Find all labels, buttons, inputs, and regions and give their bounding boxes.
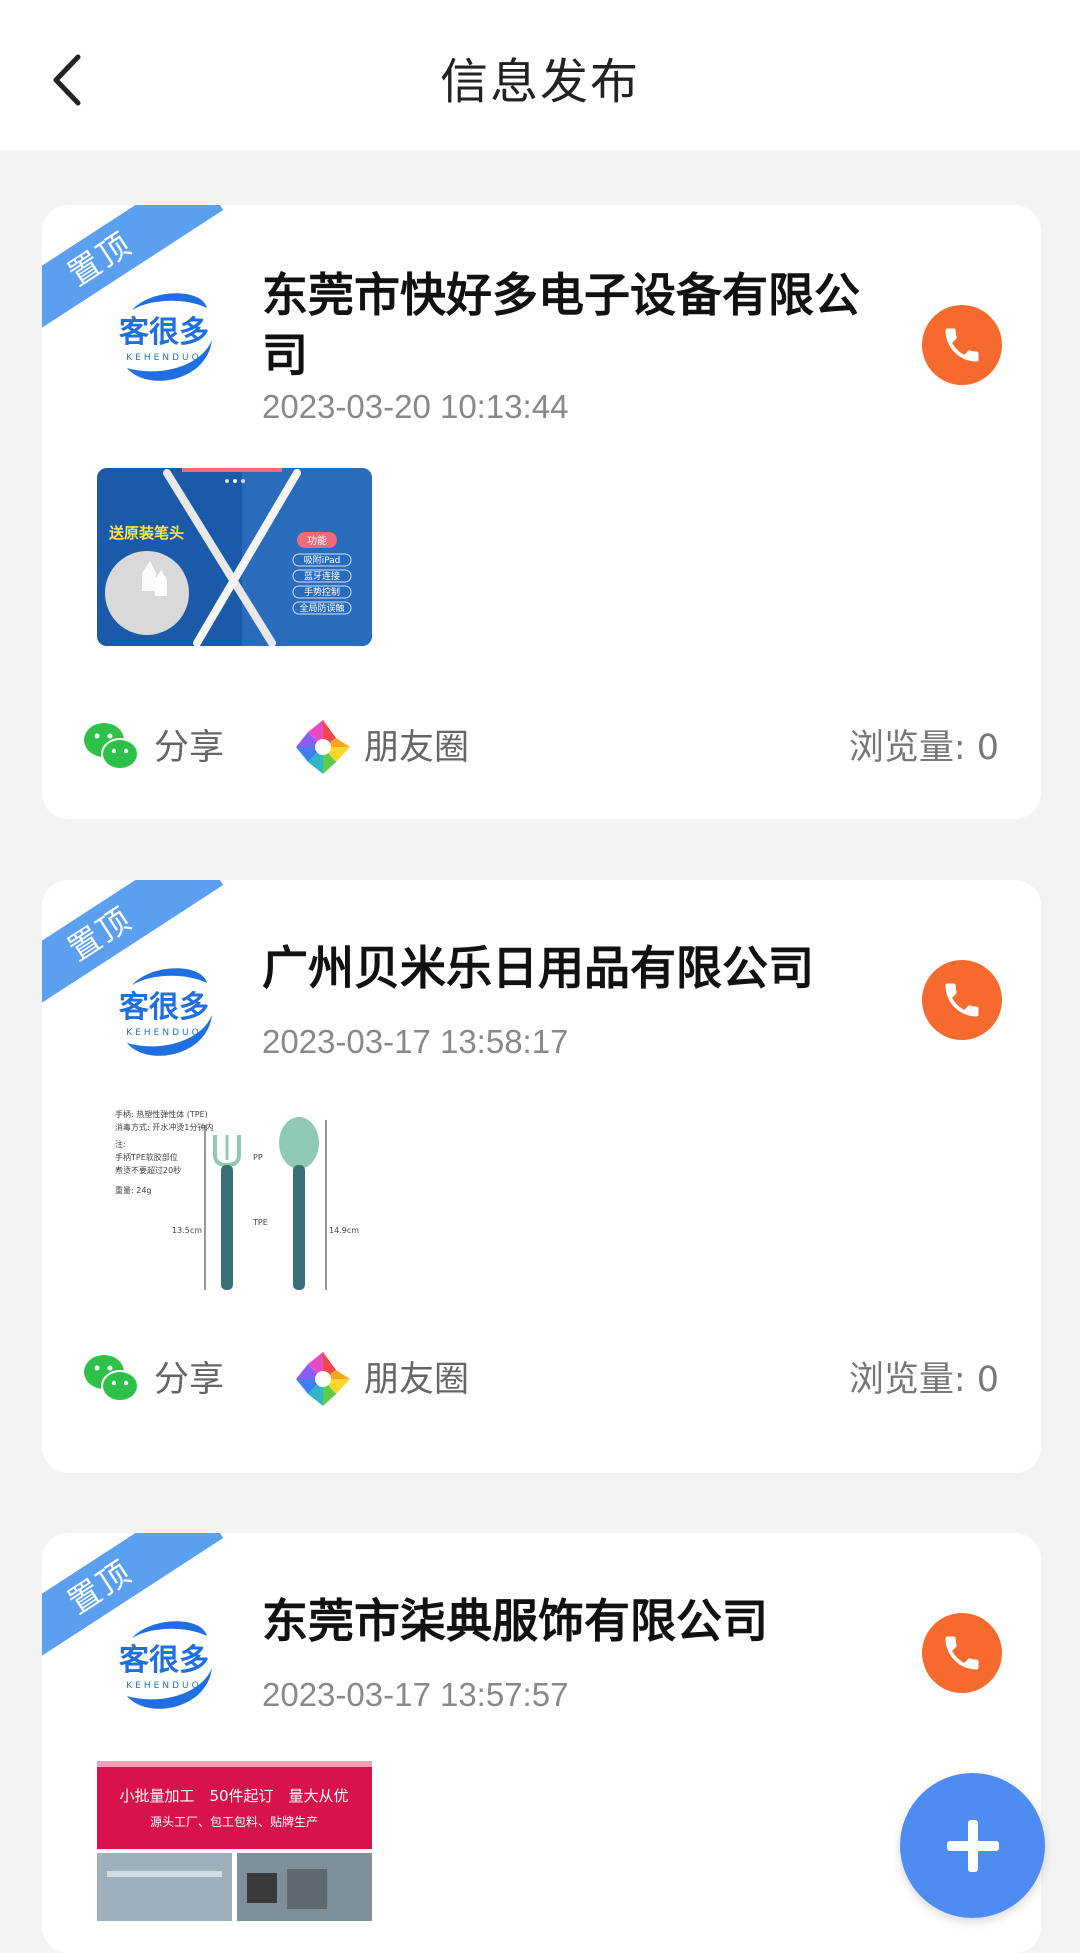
add-post-button[interactable] — [900, 1773, 1045, 1918]
wechat-icon[interactable] — [82, 1350, 140, 1408]
phone-icon — [945, 328, 979, 362]
logo-text: 客很多 — [119, 1643, 209, 1678]
logo-text: 客很多 — [119, 315, 209, 350]
thumb-text: 13.5cm — [172, 1226, 202, 1235]
moments-button[interactable]: 朋友圈 — [364, 718, 469, 778]
thumb-feature: 全局防误触 — [299, 602, 344, 614]
share-button[interactable]: 分享 — [154, 1350, 224, 1410]
logo-subtext: KEHENDUO — [126, 353, 201, 363]
phone-call-button[interactable] — [922, 960, 1002, 1040]
share-button[interactable]: 分享 — [154, 718, 224, 778]
thumb-text: 送原装笔头 — [108, 524, 184, 542]
phone-call-button[interactable] — [922, 1613, 1002, 1693]
logo-text: 客很多 — [119, 990, 209, 1025]
company-logo: 客很多 KEHENDUO — [107, 1608, 222, 1718]
thumb-text: 源头工厂、包工包料、贴牌生产 — [150, 1815, 318, 1829]
company-logo: 客很多 KEHENDUO — [107, 955, 222, 1065]
phone-icon — [945, 983, 979, 1017]
thumb-text: 注: — [115, 1139, 126, 1149]
post-date: 2023-03-17 13:58:17 — [262, 1023, 569, 1060]
header-bar: 信息发布 — [0, 0, 1080, 150]
back-icon[interactable] — [40, 45, 100, 115]
thumb-text: 小批量加工 50件起订 量大从优 — [119, 1787, 348, 1805]
company-logo: 客很多 KEHENDUO — [107, 280, 222, 390]
post-card[interactable]: 置顶 客很多 KEHENDUO 东莞市柒典服饰有限公司 2023-03-17 1… — [42, 1533, 1041, 1953]
plus-icon — [946, 1819, 999, 1872]
company-name: 东莞市柒典服饰有限公司 — [262, 1594, 768, 1648]
thumb-tag: 功能 — [307, 534, 327, 547]
phone-call-button[interactable] — [922, 305, 1002, 385]
phone-icon — [945, 1636, 979, 1670]
page-title: 信息发布 — [439, 54, 640, 110]
post-image[interactable]: 小批量加工 50件起订 量大从优 源头工厂、包工包料、贴牌生产 — [97, 1761, 372, 1921]
thumb-text: TPE — [252, 1218, 268, 1227]
thumb-feature: 手势控制 — [304, 586, 340, 598]
thumb-text: PP — [253, 1153, 263, 1162]
logo-subtext: KEHENDUO — [126, 1028, 201, 1038]
thumb-text: 消毒方式: 开水冲烫1分钟内 — [115, 1122, 213, 1132]
moments-icon[interactable] — [294, 718, 352, 776]
thumb-text: 重量: 24g — [115, 1185, 152, 1195]
thumb-feature: 蓝牙连接 — [304, 570, 340, 582]
post-image[interactable]: 手柄: 热塑性弹性体 (TPE) 消毒方式: 开水冲烫1分钟内 注: 手柄TPE… — [97, 1105, 372, 1290]
thumb-feature: 吸附iPad — [304, 554, 341, 566]
post-card[interactable]: 置顶 客很多 KEHENDUO 东莞市快好多电子设备有限公司 2023-03-2… — [42, 205, 1041, 819]
thumb-text: 14.9cm — [329, 1226, 359, 1235]
post-image[interactable]: 送原装笔头 功能 吸附iPad 蓝牙连接 手势控制 全局防误触 — [97, 468, 372, 646]
view-count: 浏览量: 0 — [848, 728, 999, 768]
moments-icon[interactable] — [294, 1350, 352, 1408]
post-date: 2023-03-17 13:57:57 — [262, 1676, 569, 1713]
company-name: 广州贝米乐日用品有限公司 — [262, 941, 814, 995]
thumb-text: 煮烫不要超过20秒 — [115, 1165, 181, 1175]
logo-subtext: KEHENDUO — [126, 1681, 201, 1691]
moments-button[interactable]: 朋友圈 — [364, 1350, 469, 1410]
company-name: 东莞市快好多电子设备有限公司 — [262, 268, 860, 382]
wechat-icon[interactable] — [82, 718, 140, 776]
view-count: 浏览量: 0 — [848, 1360, 999, 1400]
thumb-text: 手柄: 热塑性弹性体 (TPE) — [115, 1109, 208, 1119]
post-date: 2023-03-20 10:13:44 — [262, 388, 569, 425]
thumb-text: 手柄TPE软胶部位 — [115, 1152, 178, 1162]
post-card[interactable]: 置顶 客很多 KEHENDUO 广州贝米乐日用品有限公司 2023-03-17 … — [42, 880, 1041, 1473]
